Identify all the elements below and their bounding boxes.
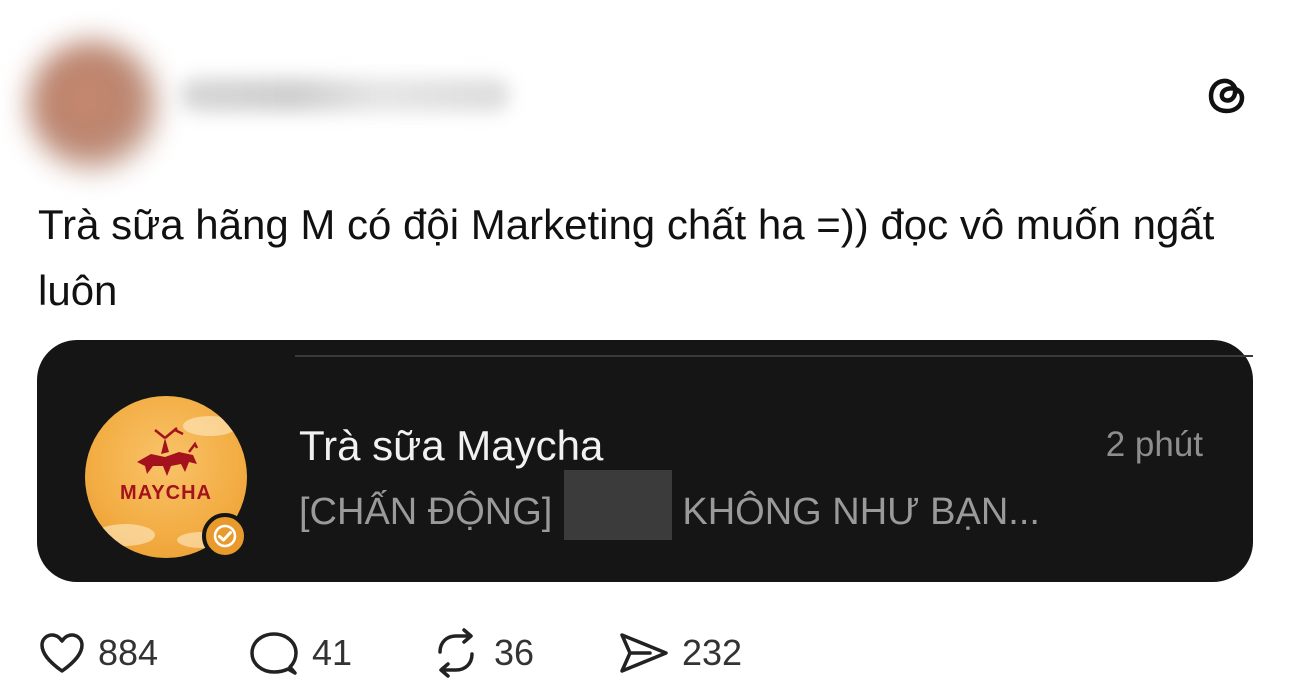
heart-icon [40, 633, 84, 673]
post-text: Trà sữa hãng M có đội Marketing chất ha … [38, 201, 1215, 314]
avatar[interactable] [28, 40, 158, 170]
repost-button[interactable]: 36 [430, 628, 534, 678]
card-timestamp: 2 phút [1105, 425, 1203, 464]
logo-cloud [95, 524, 155, 546]
comment-icon [250, 632, 298, 675]
card-app-name: Trà sữa Maycha [299, 422, 604, 469]
deer-rider-icon [137, 427, 199, 476]
preview-suffix: KHÔNG NHƯ BẠN... [682, 491, 1040, 534]
censor-block [564, 470, 673, 540]
share-count: 232 [682, 632, 743, 673]
card-divider [295, 355, 1253, 357]
like-button[interactable]: 884 [38, 628, 158, 678]
comment-button[interactable]: 41 [248, 628, 352, 678]
like-count: 884 [98, 632, 159, 673]
logo-text: MAYCHA [120, 482, 212, 504]
share-button[interactable]: 232 [618, 628, 742, 678]
notification-card[interactable]: MAYCHA Trà sữa Maycha 2 phút [CHẤN ĐỘNG]… [37, 340, 1253, 582]
preview-prefix: [CHẤN ĐỘNG] [299, 491, 553, 534]
threads-logo-icon [1208, 78, 1245, 114]
repost-count: 36 [494, 632, 535, 673]
verified-check-icon [202, 513, 248, 559]
comment-count: 41 [312, 632, 353, 673]
username-blurred[interactable] [180, 78, 510, 112]
card-preview: [CHẤN ĐỘNG] KHÔNG NHƯ BẠN... [299, 470, 1040, 540]
repost-icon [438, 628, 474, 678]
send-icon [620, 633, 668, 673]
